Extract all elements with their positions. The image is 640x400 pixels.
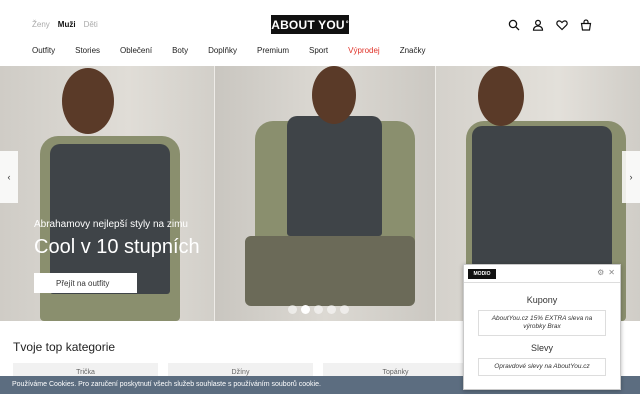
carousel-dot[interactable] — [288, 305, 297, 314]
carousel-dot[interactable] — [340, 305, 349, 314]
cookie-text: Používáme Cookies. Pro zaručení poskytnu… — [12, 381, 321, 388]
categories-heading: Tvoje top kategorie — [13, 340, 116, 354]
account-icon[interactable] — [532, 18, 544, 31]
nav-obleceni[interactable]: Oblečení — [120, 46, 152, 55]
tab-zeny[interactable]: Ženy — [32, 20, 50, 29]
logo-mark: ° — [345, 21, 349, 28]
gender-switch: Ženy Muži Děti — [32, 20, 98, 29]
tab-deti[interactable]: Děti — [84, 20, 98, 29]
coupons-title: Kupony — [526, 295, 558, 305]
nav-premium[interactable]: Premium — [257, 46, 289, 55]
carousel-dot[interactable] — [327, 305, 336, 314]
logo[interactable]: ABOUT YOU ° — [271, 15, 349, 34]
carousel-next-button[interactable]: › — [622, 151, 640, 203]
carousel-dots — [288, 305, 349, 314]
basket-icon[interactable] — [580, 18, 592, 31]
carousel-dot-active[interactable] — [301, 305, 310, 314]
model-pants — [245, 236, 415, 306]
gear-icon[interactable]: ⚙ — [597, 268, 604, 277]
hero-cta-button[interactable]: Přejít na outfity — [34, 273, 137, 293]
nav-vyprodej[interactable]: Výprodej — [348, 46, 380, 55]
heart-icon[interactable] — [556, 18, 568, 31]
popup-controls: ⚙ ✕ — [597, 268, 615, 277]
close-icon[interactable]: ✕ — [608, 268, 615, 277]
nav-stories[interactable]: Stories — [75, 46, 100, 55]
nav-sport[interactable]: Sport — [309, 46, 328, 55]
coupon-item[interactable]: AboutYou.cz 15% EXTRA sleva na výrobky B… — [478, 310, 606, 336]
model-head — [62, 68, 114, 134]
chevron-right-icon: › — [629, 172, 633, 182]
model-vest — [287, 116, 382, 236]
discount-item[interactable]: Opravdové slevy na AboutYou.cz — [478, 358, 606, 376]
page: Ženy Muži Děti ABOUT YOU ° Outfity Storie… — [0, 0, 640, 400]
site-header: Ženy Muži Děti ABOUT YOU ° Outfity Storie… — [0, 0, 640, 66]
search-icon[interactable] — [508, 18, 520, 31]
model-head — [312, 66, 356, 124]
hero-subtitle: Abrahamovy nejlepší styly na zimu — [34, 219, 188, 230]
chevron-left-icon: ‹ — [7, 172, 11, 182]
tab-muzi[interactable]: Muži — [58, 20, 76, 29]
popup-logo: MODIO — [468, 269, 496, 279]
carousel-prev-button[interactable]: ‹ — [0, 151, 18, 203]
logo-text: ABOUT YOU — [271, 17, 345, 32]
discounts-title: Slevy — [530, 343, 553, 353]
nav-znacky[interactable]: Značky — [400, 46, 426, 55]
nav-outfity[interactable]: Outfity — [32, 46, 55, 55]
hero-title: Cool v 10 stupních — [34, 236, 200, 258]
header-icons — [508, 18, 592, 31]
model-head — [478, 66, 524, 126]
nav-doplnky[interactable]: Doplňky — [208, 46, 237, 55]
carousel-dot[interactable] — [314, 305, 323, 314]
model-vest — [472, 126, 612, 266]
hero-photo-2 — [215, 66, 436, 321]
main-nav: Outfity Stories Oblečení Boty Doplňky Pr… — [32, 46, 446, 55]
popup-header: MODIO ⚙ ✕ — [464, 265, 620, 283]
coupon-extension-popup: MODIO ⚙ ✕ Kupony AboutYou.cz 15% EXTRA s… — [463, 264, 621, 390]
nav-boty[interactable]: Boty — [172, 46, 188, 55]
